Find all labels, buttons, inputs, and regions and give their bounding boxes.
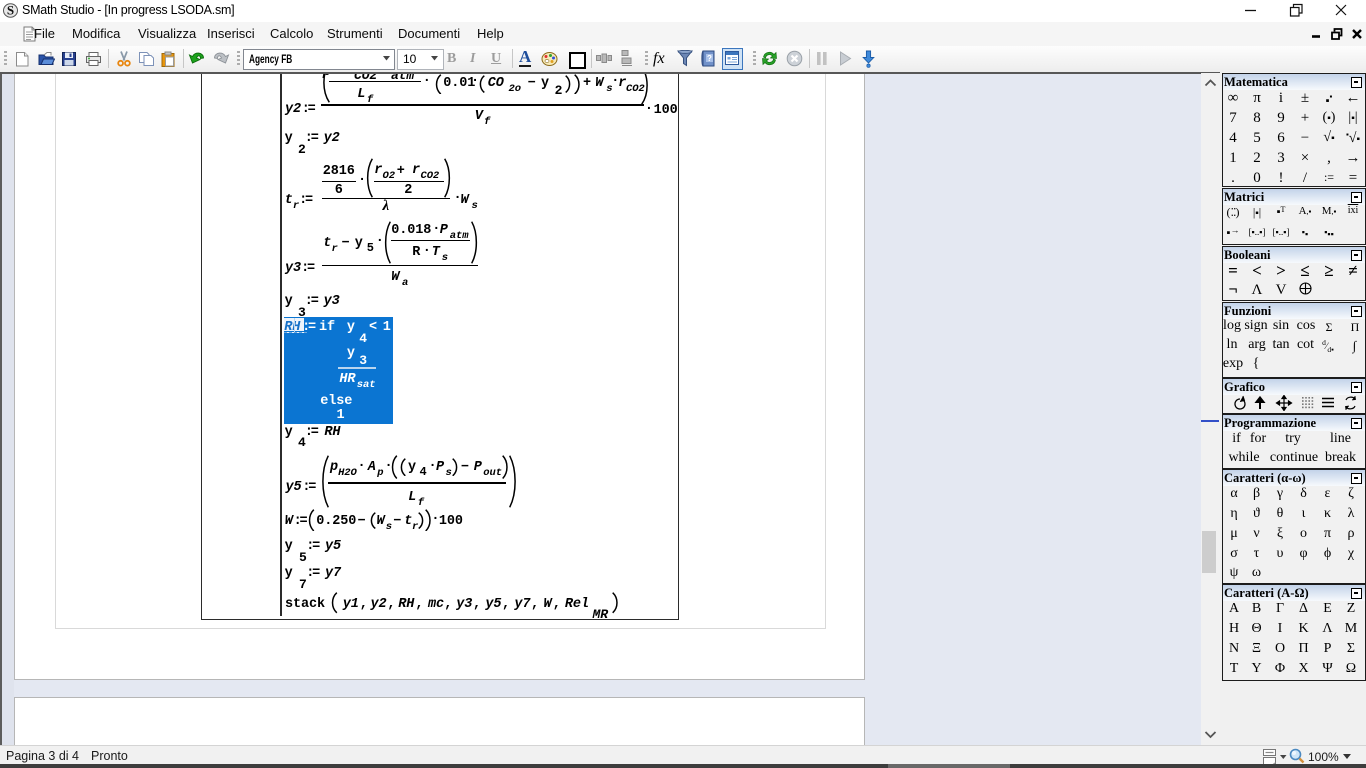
svg-text:?: ? (707, 54, 712, 63)
svg-text:S: S (7, 3, 14, 18)
